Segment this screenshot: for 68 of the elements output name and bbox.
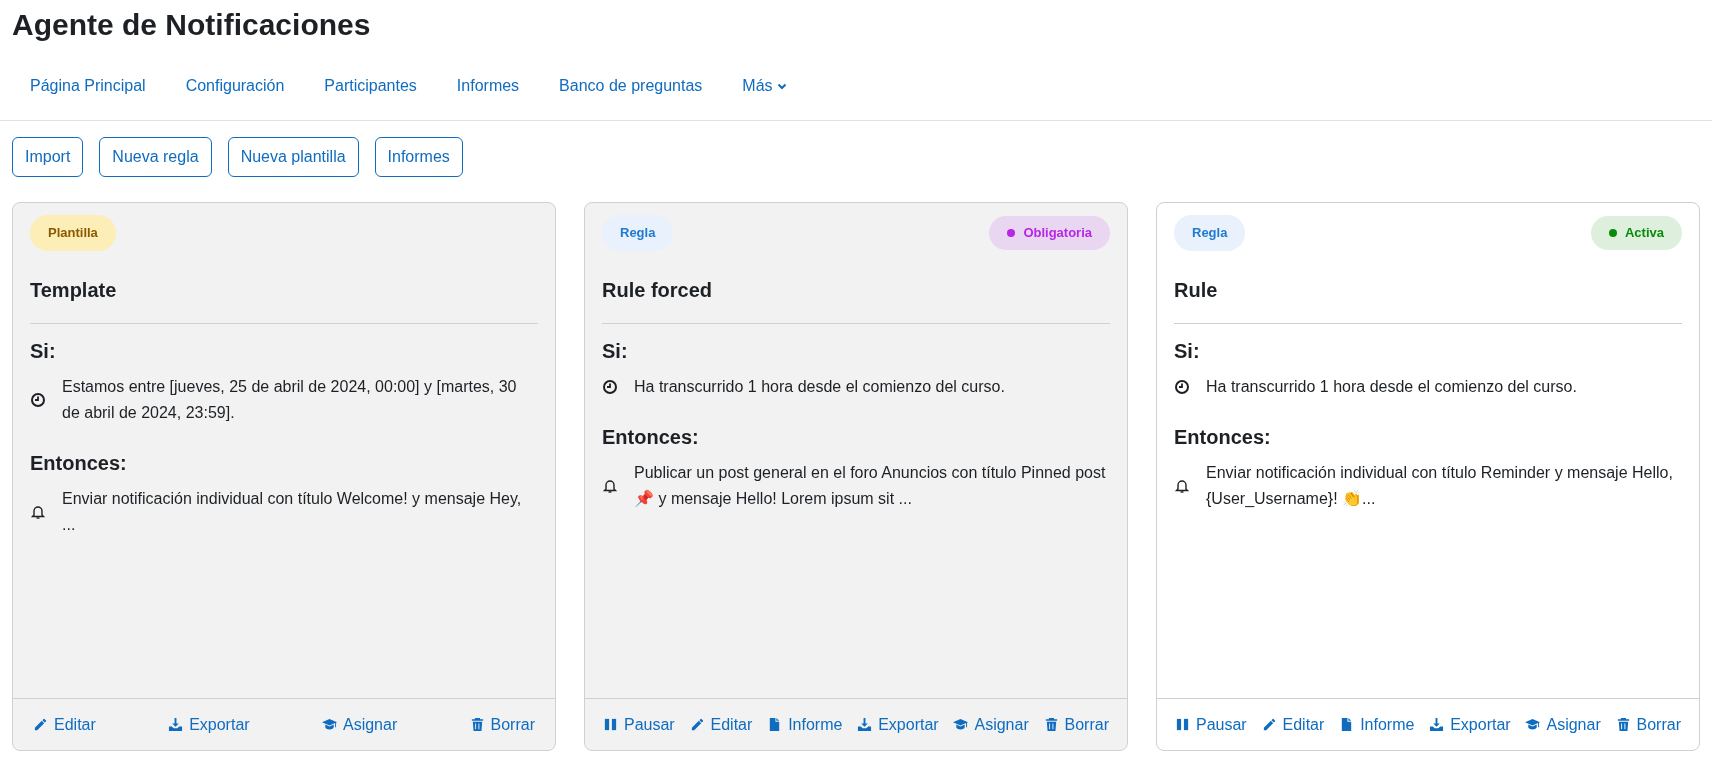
section-heading: Entonces: (1174, 424, 1272, 450)
rule-description: Enviar notificación individual con título Welcome! y mensaje Hey, ... (62, 488, 523, 535)
action-link[interactable]: Editar (1261, 712, 1325, 737)
rule-description: Ha transcurrido 1 hora desde el comienzo del curso. (1206, 376, 1577, 397)
section-heading: Si: (30, 338, 57, 364)
trash-icon (1615, 717, 1631, 732)
action-link[interactable]: Informe (1339, 712, 1415, 737)
card-title: Template (30, 274, 538, 324)
action-link[interactable]: Editar (689, 712, 753, 737)
action-link[interactable]: Exportar (857, 712, 939, 737)
bell-icon (602, 477, 618, 494)
type-badge: Plantilla (30, 215, 116, 251)
action-link[interactable]: Exportar (168, 712, 250, 737)
pencil-icon (33, 717, 48, 732)
nav-link[interactable]: Configuración (169, 66, 301, 106)
pause-icon (1175, 717, 1190, 732)
page-title: Agente de Notificaciones (11, 7, 372, 40)
pause-icon (603, 717, 618, 732)
pencil-icon (1261, 717, 1277, 732)
graduation-cap-icon (321, 717, 337, 732)
toolbar-button[interactable]: Nueva regla (99, 137, 212, 177)
section-heading: Entonces: (30, 450, 128, 476)
rule-description: Estamos entre [jueves, 25 de abril de 2024, 00:00] y [martes, 30 de abril de 2024, 23:59]. (62, 376, 518, 423)
download-icon (168, 717, 184, 732)
bell-icon (30, 503, 46, 520)
action-link[interactable]: Pausar (603, 712, 675, 737)
action-link[interactable]: Informe (767, 712, 843, 737)
nav-link[interactable]: Participantes (308, 66, 433, 106)
chevron-down-icon (776, 81, 787, 91)
card-title: Rule (1174, 274, 1682, 324)
graduation-cap-icon (953, 717, 969, 732)
graduation-cap-icon (1525, 717, 1541, 732)
toolbar-button[interactable]: Informes (374, 137, 463, 177)
download-icon (1429, 717, 1445, 732)
action-link[interactable]: Borrar (1615, 712, 1681, 737)
action-link[interactable]: Asignar (321, 712, 398, 737)
rule-description: Ha transcurrido 1 hora desde el comienzo del curso. (634, 376, 1005, 397)
section-heading: Si: (1174, 338, 1201, 364)
clock-icon (30, 391, 46, 408)
toolbar-button[interactable]: Nueva plantilla (227, 137, 359, 177)
bell-icon (1174, 477, 1190, 494)
action-link[interactable]: Borrar (1043, 712, 1109, 737)
status-badge: Activa (1590, 216, 1682, 250)
action-link[interactable]: Asignar (953, 712, 1029, 737)
action-link[interactable]: Borrar (469, 712, 535, 737)
download-icon (857, 717, 873, 732)
section-heading: Si: (602, 338, 629, 364)
type-badge: Regla (602, 215, 674, 251)
trash-icon (469, 717, 485, 732)
section-heading: Entonces: (602, 424, 700, 450)
card-title: Rule forced (602, 274, 1110, 324)
action-link[interactable]: Asignar (1525, 712, 1601, 737)
pencil-icon (689, 717, 705, 732)
rule-description: Publicar un post general en el foro Anuncios con título Pinned post 📌 y mensaje Hello! Lorem ipsum sit ... (634, 462, 1107, 509)
nav-link[interactable]: Banco de preguntas (543, 66, 719, 106)
trash-icon (1043, 717, 1059, 732)
status-badge: Obligatoria (989, 216, 1110, 250)
action-link[interactable]: Exportar (1429, 712, 1511, 737)
nav-link[interactable]: Página Principal (14, 66, 162, 106)
toolbar-button[interactable]: Import (12, 137, 84, 177)
action-link[interactable]: Editar (33, 712, 96, 737)
clock-icon (1174, 378, 1190, 395)
type-badge: Regla (1174, 215, 1246, 251)
clock-icon (602, 378, 618, 395)
action-link[interactable]: Pausar (1175, 712, 1247, 737)
nav-dropdown[interactable]: Más (726, 66, 803, 106)
rule-description: Enviar notificación individual con título Reminder y mensaje Hello, {User_Username}! 👏... (1206, 462, 1674, 509)
nav-link[interactable]: Informes (440, 66, 536, 106)
